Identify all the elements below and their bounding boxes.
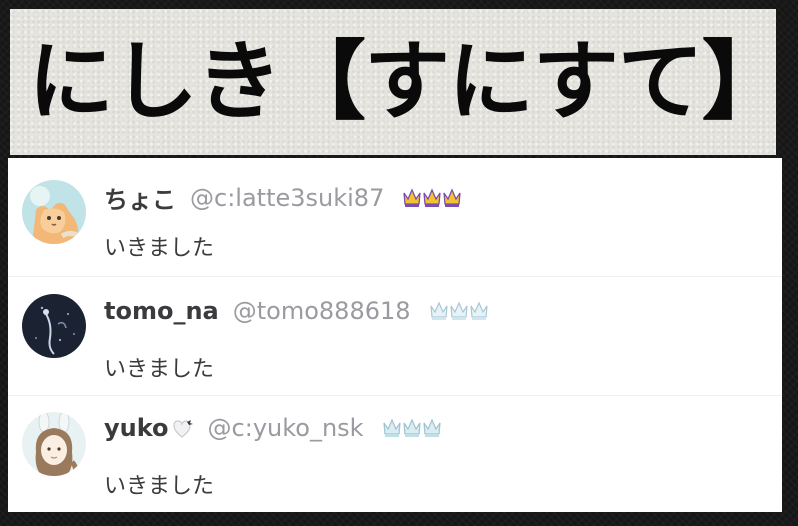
crown-icon <box>403 187 421 207</box>
username[interactable]: tomo_na <box>104 297 219 325</box>
avatar[interactable] <box>22 294 86 358</box>
crown-badges <box>429 300 489 322</box>
crown-icon <box>469 301 488 320</box>
crown-icon <box>422 418 441 437</box>
comment-item: yuko @c:yuko_nsk いきました <box>8 395 782 514</box>
comment-message: いきました <box>104 236 215 261</box>
comment-message: いきました <box>104 357 215 382</box>
comment-header: yuko @c:yuko_nsk <box>104 414 442 442</box>
avatar[interactable] <box>22 180 86 244</box>
user-handle[interactable]: @tomo888618 <box>233 297 411 325</box>
crown-badges <box>402 187 462 209</box>
crown-badges <box>382 417 442 439</box>
page-title: にしき【すにすて】 <box>28 32 788 132</box>
username[interactable]: ちょこ <box>104 180 176 215</box>
crown-icon <box>449 301 468 320</box>
heart-ribbon-icon <box>172 420 193 438</box>
comment-item: ちょこ @c:latte3suki87 いきました <box>8 158 782 276</box>
comment-message: いきました <box>104 474 215 499</box>
user-handle[interactable]: @c:latte3suki87 <box>190 184 384 212</box>
comment-header: tomo_na @tomo888618 <box>104 297 489 325</box>
comment-list: ちょこ @c:latte3suki87 いきました tomo_na @tomo8… <box>8 158 782 512</box>
comment-header: ちょこ @c:latte3suki87 <box>104 180 462 215</box>
username[interactable]: yuko <box>104 414 194 442</box>
crown-icon <box>382 418 401 437</box>
title-banner: にしき【すにすて】 <box>10 9 788 155</box>
crown-icon <box>423 187 441 207</box>
crown-icon <box>429 301 448 320</box>
user-handle[interactable]: @c:yuko_nsk <box>208 414 364 442</box>
avatar[interactable] <box>22 412 86 476</box>
crown-icon <box>443 187 461 207</box>
comment-item: tomo_na @tomo888618 いきました <box>8 276 782 395</box>
crown-icon <box>402 418 421 437</box>
